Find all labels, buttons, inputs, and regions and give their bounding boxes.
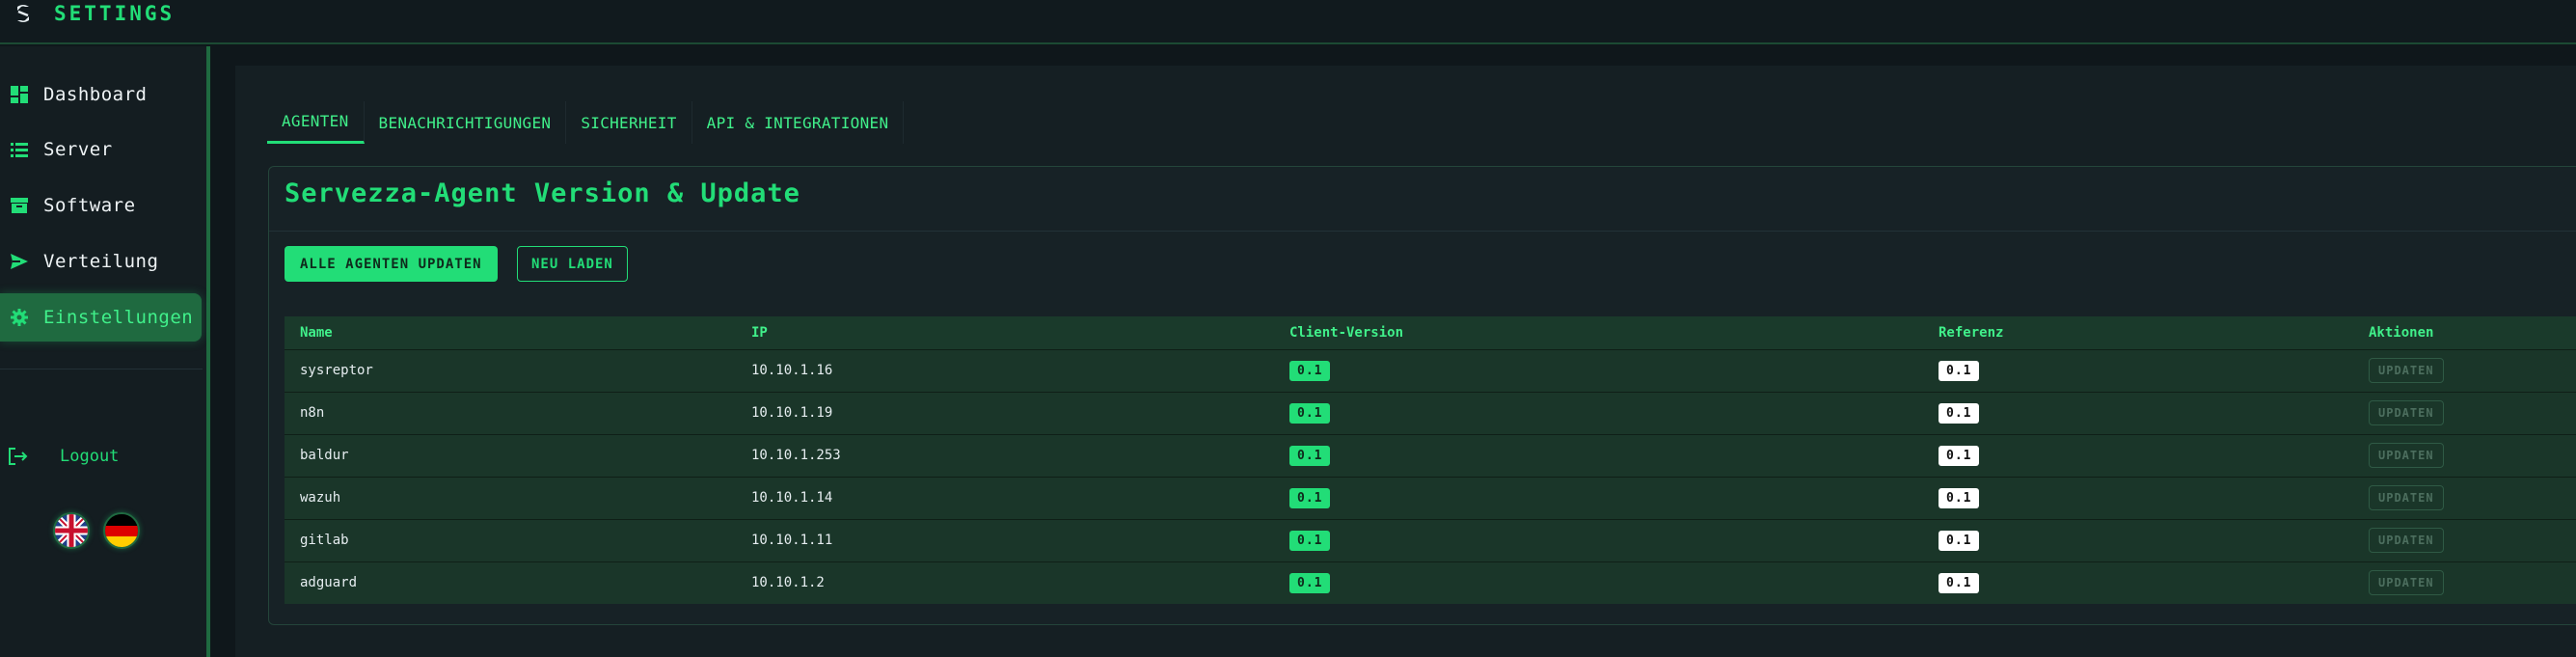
column-header-client-version: Client-Version: [1289, 324, 1404, 341]
table-header-row: Name IP Client-Version Referenz Aktionen: [285, 316, 2576, 349]
agent-name: adguard: [300, 575, 358, 591]
reference-version-badge: 0.1: [1939, 402, 1980, 424]
tab-agenten[interactable]: AGENTEN: [267, 101, 365, 144]
update-all-agents-button[interactable]: ALLE AGENTEN UPDATEN: [285, 246, 498, 282]
column-header-aktionen: Aktionen: [2369, 324, 2434, 341]
agent-ip: 10.10.1.2: [751, 575, 825, 591]
agent-ip: 10.10.1.11: [751, 533, 833, 548]
sidebar-item-software[interactable]: Software: [0, 181, 203, 230]
agent-name: sysreptor: [300, 363, 373, 378]
update-agent-button[interactable]: UPDATEN: [2369, 485, 2444, 510]
reload-button[interactable]: NEU LADEN: [517, 246, 628, 282]
sidebar-item-label: Server: [43, 139, 113, 160]
sidebar-item-label: Dashboard: [43, 84, 148, 105]
sidebar-item-server[interactable]: Server: [0, 125, 203, 174]
sidebar-item-label: Verteilung: [43, 251, 159, 272]
logout-button[interactable]: Logout: [0, 437, 203, 476]
grid-icon: [9, 84, 30, 105]
flag-uk-icon[interactable]: [53, 512, 90, 549]
sidebar: Dashboard Server Software Verteilung Ein…: [0, 46, 210, 657]
flag-de-icon[interactable]: [103, 512, 140, 549]
agent-ip: 10.10.1.253: [751, 448, 841, 463]
update-agent-button[interactable]: UPDATEN: [2369, 570, 2444, 596]
gear-icon: [9, 307, 30, 328]
table-row: wazuh 10.10.1.14 0.1 0.1 UPDATEN: [285, 477, 2576, 519]
client-version-badge: 0.1: [1289, 402, 1331, 424]
reference-version-badge: 0.1: [1939, 487, 1980, 508]
sidebar-item-verteilung[interactable]: Verteilung: [0, 237, 203, 286]
agent-name: wazuh: [300, 490, 341, 506]
agent-name: baldur: [300, 448, 349, 463]
sidebar-divider: [0, 369, 203, 370]
update-agent-button[interactable]: UPDATEN: [2369, 358, 2444, 383]
app-title: SETTINGS: [54, 2, 176, 25]
client-version-badge: 0.1: [1289, 360, 1331, 381]
table-row: adguard 10.10.1.2 0.1 0.1 UPDATEN: [285, 561, 2576, 604]
client-version-badge: 0.1: [1289, 530, 1331, 551]
list-icon: [9, 139, 30, 160]
tab-benachrichtigungen[interactable]: BENACHRICHTIGUNGEN: [365, 101, 567, 144]
agent-name: gitlab: [300, 533, 349, 548]
client-version-badge: 0.1: [1289, 445, 1331, 466]
reference-version-badge: 0.1: [1939, 360, 1980, 381]
column-header-referenz: Referenz: [1939, 324, 2004, 341]
agent-ip: 10.10.1.14: [751, 490, 833, 506]
tab-sicherheit[interactable]: SICHERHEIT: [566, 101, 692, 144]
send-icon: [9, 251, 30, 272]
agent-name: n8n: [300, 405, 325, 421]
reference-version-badge: 0.1: [1939, 572, 1980, 593]
top-bar: SETTINGS: [0, 0, 2576, 44]
agent-ip: 10.10.1.16: [751, 363, 833, 378]
logout-icon: [8, 446, 29, 467]
table-row: gitlab 10.10.1.11 0.1 0.1 UPDATEN: [285, 519, 2576, 561]
table-row: sysreptor 10.10.1.16 0.1 0.1 UPDATEN: [285, 349, 2576, 392]
sidebar-item-label: Einstellungen: [43, 307, 194, 328]
column-header-name: Name: [300, 324, 333, 341]
reference-version-badge: 0.1: [1939, 445, 1980, 466]
update-agent-button[interactable]: UPDATEN: [2369, 443, 2444, 468]
archive-icon: [9, 195, 30, 216]
reference-version-badge: 0.1: [1939, 530, 1980, 551]
agent-ip: 10.10.1.19: [751, 405, 833, 421]
logout-label: Logout: [60, 447, 120, 466]
main-content: AGENTEN BENACHRICHTIGUNGEN SICHERHEIT AP…: [235, 66, 2576, 657]
update-agent-button[interactable]: UPDATEN: [2369, 400, 2444, 425]
agent-version-card: Servezza-Agent Version & Update ALLE AGE…: [268, 166, 2576, 625]
settings-tabs: AGENTEN BENACHRICHTIGUNGEN SICHERHEIT AP…: [267, 101, 905, 144]
card-title: Servezza-Agent Version & Update: [285, 178, 800, 208]
client-version-badge: 0.1: [1289, 487, 1331, 508]
table-row: baldur 10.10.1.253 0.1 0.1 UPDATEN: [285, 434, 2576, 477]
agents-table: Name IP Client-Version Referenz Aktionen…: [285, 316, 2576, 604]
tab-api-integrationen[interactable]: API & INTEGRATIONEN: [692, 101, 905, 144]
update-agent-button[interactable]: UPDATEN: [2369, 528, 2444, 553]
sidebar-item-label: Software: [43, 195, 136, 216]
sidebar-item-einstellungen[interactable]: Einstellungen: [0, 293, 202, 342]
sidebar-item-dashboard[interactable]: Dashboard: [0, 70, 203, 119]
client-version-badge: 0.1: [1289, 572, 1331, 593]
card-divider: [269, 231, 2576, 232]
column-header-ip: IP: [751, 324, 768, 341]
table-row: n8n 10.10.1.19 0.1 0.1 UPDATEN: [285, 392, 2576, 434]
app-logo-icon: [17, 5, 29, 22]
